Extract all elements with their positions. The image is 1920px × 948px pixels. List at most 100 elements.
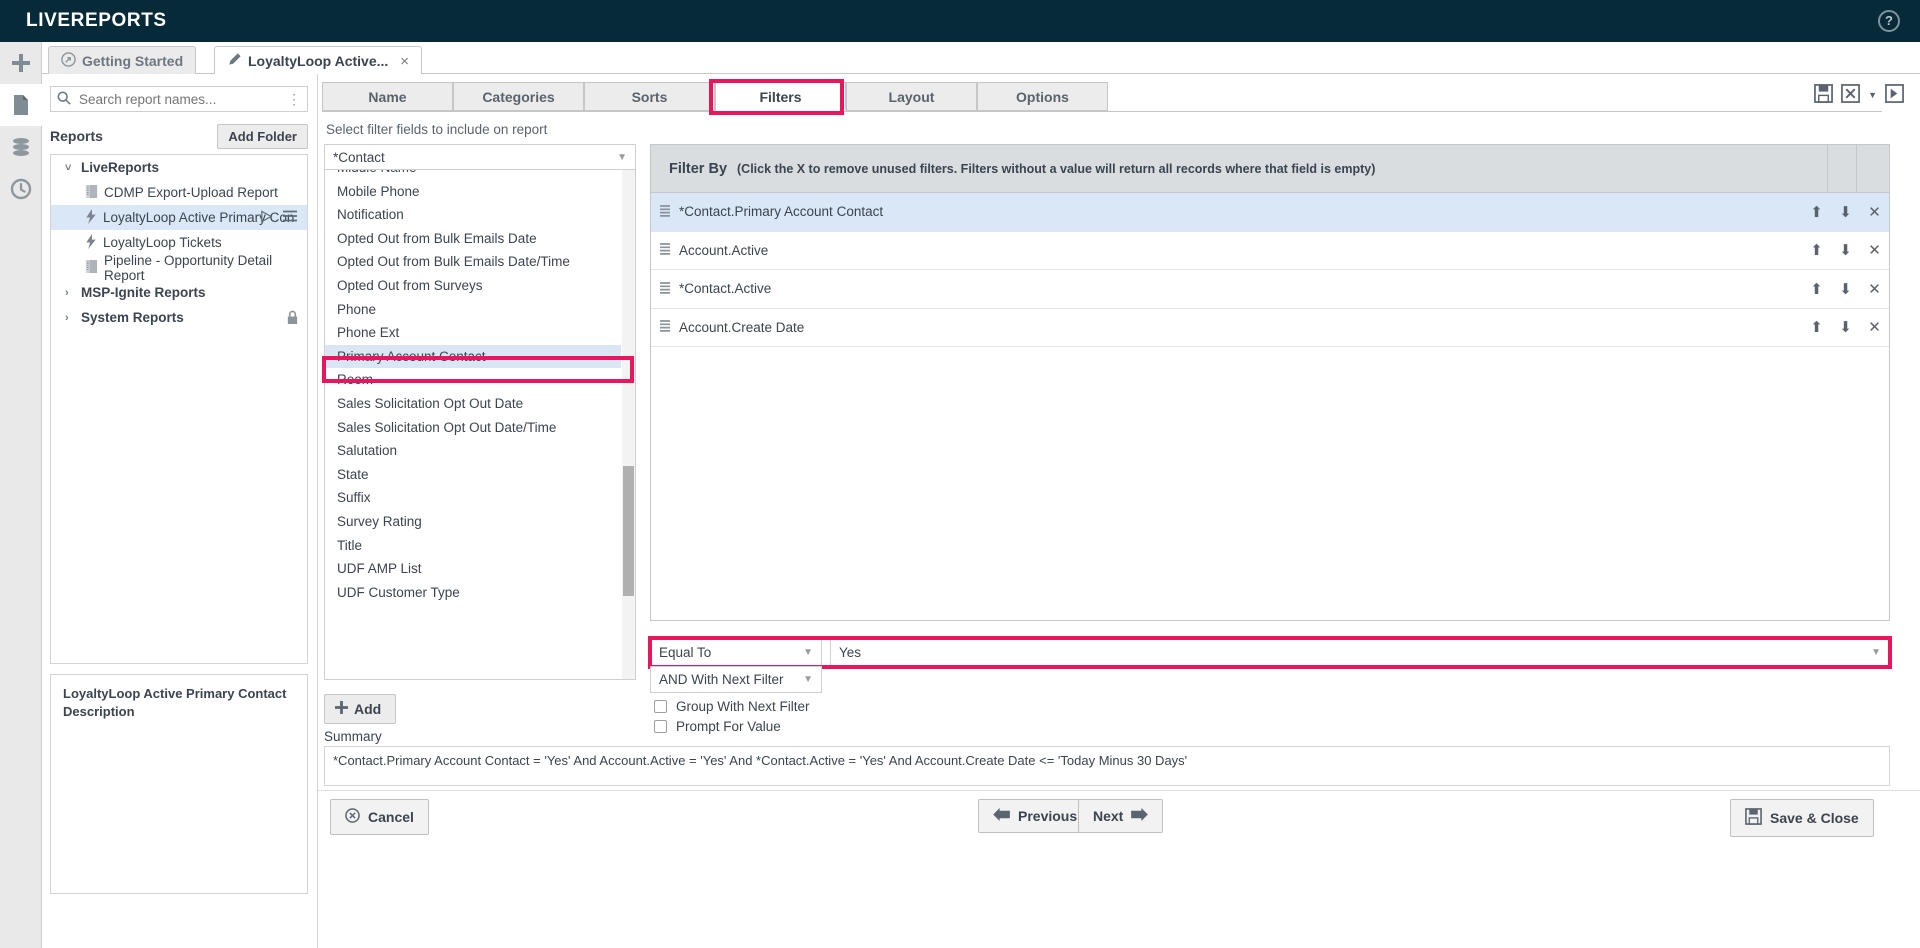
prompt-for-value-checkbox[interactable] — [654, 720, 667, 733]
field-item[interactable]: Sales Solicitation Opt Out Date/Time — [325, 416, 621, 440]
chevron-right-icon[interactable]: › — [65, 287, 75, 299]
table-row[interactable]: *Contact.Active ⬆ ⬇ ✕ — [651, 270, 1889, 309]
chevron-down-icon[interactable]: ▼ — [617, 152, 627, 163]
field-item[interactable]: Title — [325, 534, 621, 558]
field-list[interactable]: Middle Name Mobile Phone Notification Op… — [324, 170, 636, 680]
filter-operator-select[interactable]: Equal To ▼ — [650, 639, 822, 666]
play-icon[interactable] — [260, 210, 273, 226]
move-down-icon[interactable]: ⬇ — [1831, 318, 1860, 336]
search-input[interactable] — [77, 90, 281, 108]
drag-handle-icon[interactable] — [651, 320, 679, 334]
move-up-icon[interactable]: ⬆ — [1802, 203, 1831, 221]
dropdown-caret-icon[interactable]: ▼ — [1868, 90, 1877, 100]
field-item[interactable]: UDF Customer Type — [325, 581, 621, 605]
remove-icon[interactable]: ✕ — [1860, 280, 1889, 298]
prompt-for-value-row[interactable]: Prompt For Value — [654, 719, 781, 734]
field-item-primary-account-contact[interactable]: Primary Account Contact — [325, 344, 621, 369]
help-icon[interactable]: ? — [1878, 10, 1900, 32]
group-with-next-filter-checkbox[interactable] — [654, 700, 667, 713]
tab-options[interactable]: Options — [977, 82, 1108, 111]
field-item[interactable]: Phone — [325, 298, 621, 322]
move-up-icon[interactable]: ⬆ — [1802, 318, 1831, 336]
remove-icon[interactable]: ✕ — [1860, 203, 1889, 221]
excel-export-icon[interactable] — [1841, 84, 1860, 106]
field-item[interactable]: Opted Out from Bulk Emails Date/Time — [325, 250, 621, 274]
add-filter-button[interactable]: Add — [324, 694, 397, 724]
close-icon[interactable]: × — [400, 53, 409, 70]
previous-button[interactable]: Previous — [978, 799, 1093, 833]
move-down-icon[interactable]: ⬇ — [1831, 280, 1860, 298]
field-list-scrollbar[interactable] — [622, 170, 635, 679]
tab-name[interactable]: Name — [322, 82, 453, 111]
add-icon[interactable] — [0, 42, 42, 84]
field-item[interactable]: Sales Solicitation Opt Out Date — [325, 392, 621, 416]
tab-sorts[interactable]: Sorts — [584, 82, 715, 111]
tree-report-pipeline[interactable]: Pipeline - Opportunity Detail Report — [51, 253, 307, 283]
tab-filters[interactable]: Filters — [715, 82, 846, 111]
search-report-names[interactable]: ⋮ — [50, 86, 308, 112]
table-row[interactable]: *Contact.Primary Account Contact ⬆ ⬇ ✕ — [651, 193, 1889, 232]
chevron-down-icon[interactable]: ▼ — [1871, 647, 1881, 658]
tabs-underline — [322, 111, 1882, 112]
drag-handle-icon[interactable] — [651, 243, 679, 257]
move-up-icon[interactable]: ⬆ — [1802, 241, 1831, 259]
tab-loyaltyloop-active[interactable]: LoyaltyLoop Active... × — [214, 46, 423, 75]
next-button[interactable]: Next — [1078, 799, 1164, 833]
field-item[interactable]: Salutation — [325, 439, 621, 463]
tree-folder-system-reports[interactable]: › System Reports — [51, 305, 307, 330]
tree-label: LiveReports — [81, 160, 160, 175]
field-item[interactable]: UDF AMP List — [325, 557, 621, 581]
add-folder-button[interactable]: Add Folder — [217, 123, 308, 149]
field-item[interactable]: Mobile Phone — [325, 180, 621, 204]
drag-handle-icon[interactable] — [651, 281, 679, 296]
field-item[interactable]: Opted Out from Surveys — [325, 274, 621, 298]
field-item[interactable]: Survey Rating — [325, 510, 621, 534]
tab-getting-started[interactable]: Getting Started — [48, 46, 197, 74]
kebab-menu-icon[interactable]: ⋮ — [287, 92, 301, 106]
tree-report-loyaltyloop-tickets[interactable]: LoyaltyLoop Tickets — [51, 230, 307, 255]
field-source-select[interactable]: *Contact ▼ — [324, 144, 636, 170]
drag-handle-icon[interactable] — [651, 204, 679, 219]
tree-folder-livereports[interactable]: ˅ LiveReports — [51, 155, 307, 180]
table-row[interactable]: Account.Active ⬆ ⬇ ✕ — [651, 232, 1889, 270]
field-item[interactable]: Phone Ext — [325, 321, 621, 345]
field-item[interactable]: Suffix — [325, 486, 621, 510]
cancel-button[interactable]: Cancel — [330, 799, 429, 835]
filter-join-select[interactable]: AND With Next Filter ▼ — [650, 666, 822, 693]
button-label: Previous — [1018, 808, 1078, 824]
database-icon[interactable] — [0, 126, 42, 168]
field-item[interactable]: Room — [325, 368, 621, 392]
chevron-down-icon[interactable]: ▼ — [803, 674, 813, 685]
remove-icon[interactable]: ✕ — [1860, 241, 1889, 259]
move-down-icon[interactable]: ⬇ — [1831, 203, 1860, 221]
table-row[interactable]: Account.Create Date ⬆ ⬇ ✕ — [651, 309, 1889, 347]
chevron-right-icon[interactable]: › — [65, 312, 75, 324]
field-item[interactable]: Opted Out from Bulk Emails Date — [325, 227, 621, 251]
tree-label: MSP-Ignite Reports — [81, 285, 206, 300]
chevron-down-icon[interactable]: ▼ — [803, 647, 813, 658]
scrollbar-thumb[interactable] — [623, 466, 634, 596]
tab-categories[interactable]: Categories — [453, 82, 584, 111]
move-down-icon[interactable]: ⬇ — [1831, 241, 1860, 259]
hamburger-icon[interactable] — [283, 210, 297, 226]
save-disk-icon[interactable] — [1814, 84, 1833, 106]
chevron-down-icon[interactable]: ˅ — [65, 162, 75, 174]
field-item[interactable]: Middle Name — [325, 170, 621, 180]
pencil-icon — [227, 52, 242, 70]
field-item[interactable]: Notification — [325, 203, 621, 227]
save-and-close-button[interactable]: Save & Close — [1730, 799, 1874, 837]
tree-folder-msp-ignite[interactable]: › MSP-Ignite Reports — [51, 280, 307, 305]
book-icon — [85, 259, 98, 277]
group-with-next-filter-row[interactable]: Group With Next Filter — [654, 699, 810, 714]
history-icon[interactable] — [0, 168, 42, 210]
tab-layout[interactable]: Layout — [846, 82, 977, 111]
tree-report-loyaltyloop-active[interactable]: LoyaltyLoop Active Primary Con — [51, 205, 307, 230]
remove-icon[interactable]: ✕ — [1860, 318, 1889, 336]
field-item[interactable]: State — [325, 463, 621, 487]
tree-report-cdmp[interactable]: CDMP Export-Upload Report — [51, 180, 307, 205]
move-up-icon[interactable]: ⬆ — [1802, 280, 1831, 298]
run-report-icon[interactable] — [1885, 84, 1904, 106]
operator-value: Equal To — [659, 645, 712, 660]
filter-value-select[interactable]: Yes ▼ — [830, 639, 1890, 666]
document-icon[interactable] — [0, 84, 42, 126]
